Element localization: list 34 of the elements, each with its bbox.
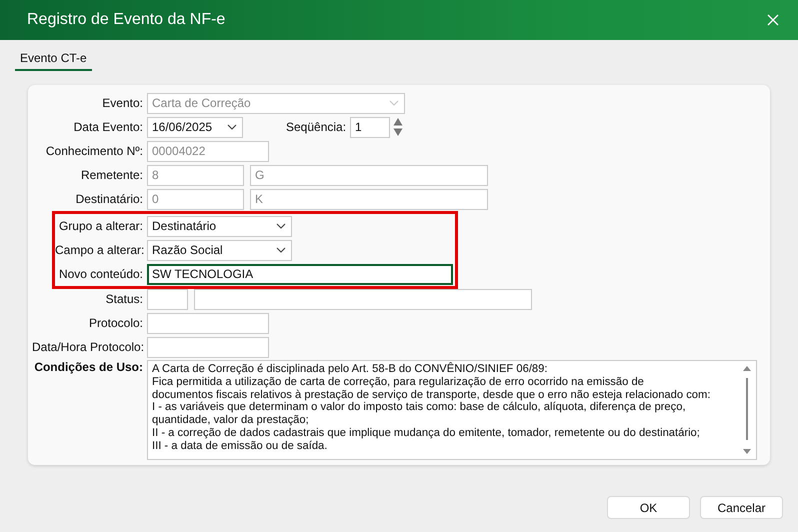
field-label: Novo conteúdo: bbox=[58, 267, 143, 281]
field-label: Data/Hora Protocolo: bbox=[32, 340, 143, 354]
window-title: Registro de Evento da NF-e bbox=[27, 11, 226, 29]
field-label: Data Evento: bbox=[72, 120, 143, 134]
terms-text-area[interactable] bbox=[147, 360, 757, 460]
dropdown[interactable]: 16/06/2025 bbox=[147, 116, 243, 138]
input-field[interactable]: SW TECNOLOGIA bbox=[147, 264, 453, 284]
input-field[interactable] bbox=[147, 336, 269, 358]
field-label: Seqüência: bbox=[286, 120, 346, 134]
dropdown[interactable]: Destinatário bbox=[147, 216, 292, 236]
tab[interactable]: Evento CT-e bbox=[15, 49, 92, 71]
chevron-down-icon[interactable] bbox=[276, 247, 286, 253]
field-label: Status: bbox=[104, 292, 143, 306]
dialog-button[interactable]: OK bbox=[607, 496, 690, 519]
number-field[interactable]: 1 bbox=[350, 116, 390, 138]
field-label: Condições de Uso: bbox=[33, 360, 143, 374]
dialog-button[interactable]: Cancelar bbox=[700, 496, 783, 519]
chevron-down-icon[interactable] bbox=[276, 223, 286, 229]
scrollbar[interactable] bbox=[742, 364, 752, 456]
input-field[interactable] bbox=[147, 312, 269, 334]
chevron-down-icon[interactable] bbox=[227, 124, 237, 130]
close-icon[interactable] bbox=[767, 14, 779, 26]
terms-text: A Carta de Correção é disciplinada pelo Art. 58-B do CONVÊNIO/SINIEF 06/89: Fica permitida a utilização de carta de correção, para regularização de erro ocorrido na emissão de documentos fiscais relativos à prestação de serviço de transporte, desde que o erro não esteja relacionado com: I - as variáveis que determinam o valor do imposto tais como: base de cálculo, alíquota, diferença de preço, quantidade, valor da prestação; II - a correção de dados cadastrais que implique mudança do emitente, tomador, remetente ou do destinatário; III - a data de emissão ou de saída. bbox=[152, 363, 710, 454]
input-field[interactable] bbox=[194, 288, 532, 310]
dropdown[interactable]: Razão Social bbox=[147, 240, 292, 260]
field-label: Remetente: bbox=[80, 168, 143, 182]
spin-arrows-icon[interactable] bbox=[393, 117, 404, 137]
field-label: Grupo a alterar: bbox=[58, 219, 143, 233]
field-label: Evento: bbox=[101, 96, 143, 110]
field-label: Destinatário: bbox=[74, 192, 143, 206]
field-label: Protocolo: bbox=[88, 316, 143, 330]
field-label: Campo a alterar: bbox=[55, 243, 143, 257]
input-field[interactable] bbox=[147, 288, 188, 310]
field-label: Conhecimento Nº: bbox=[44, 144, 143, 158]
